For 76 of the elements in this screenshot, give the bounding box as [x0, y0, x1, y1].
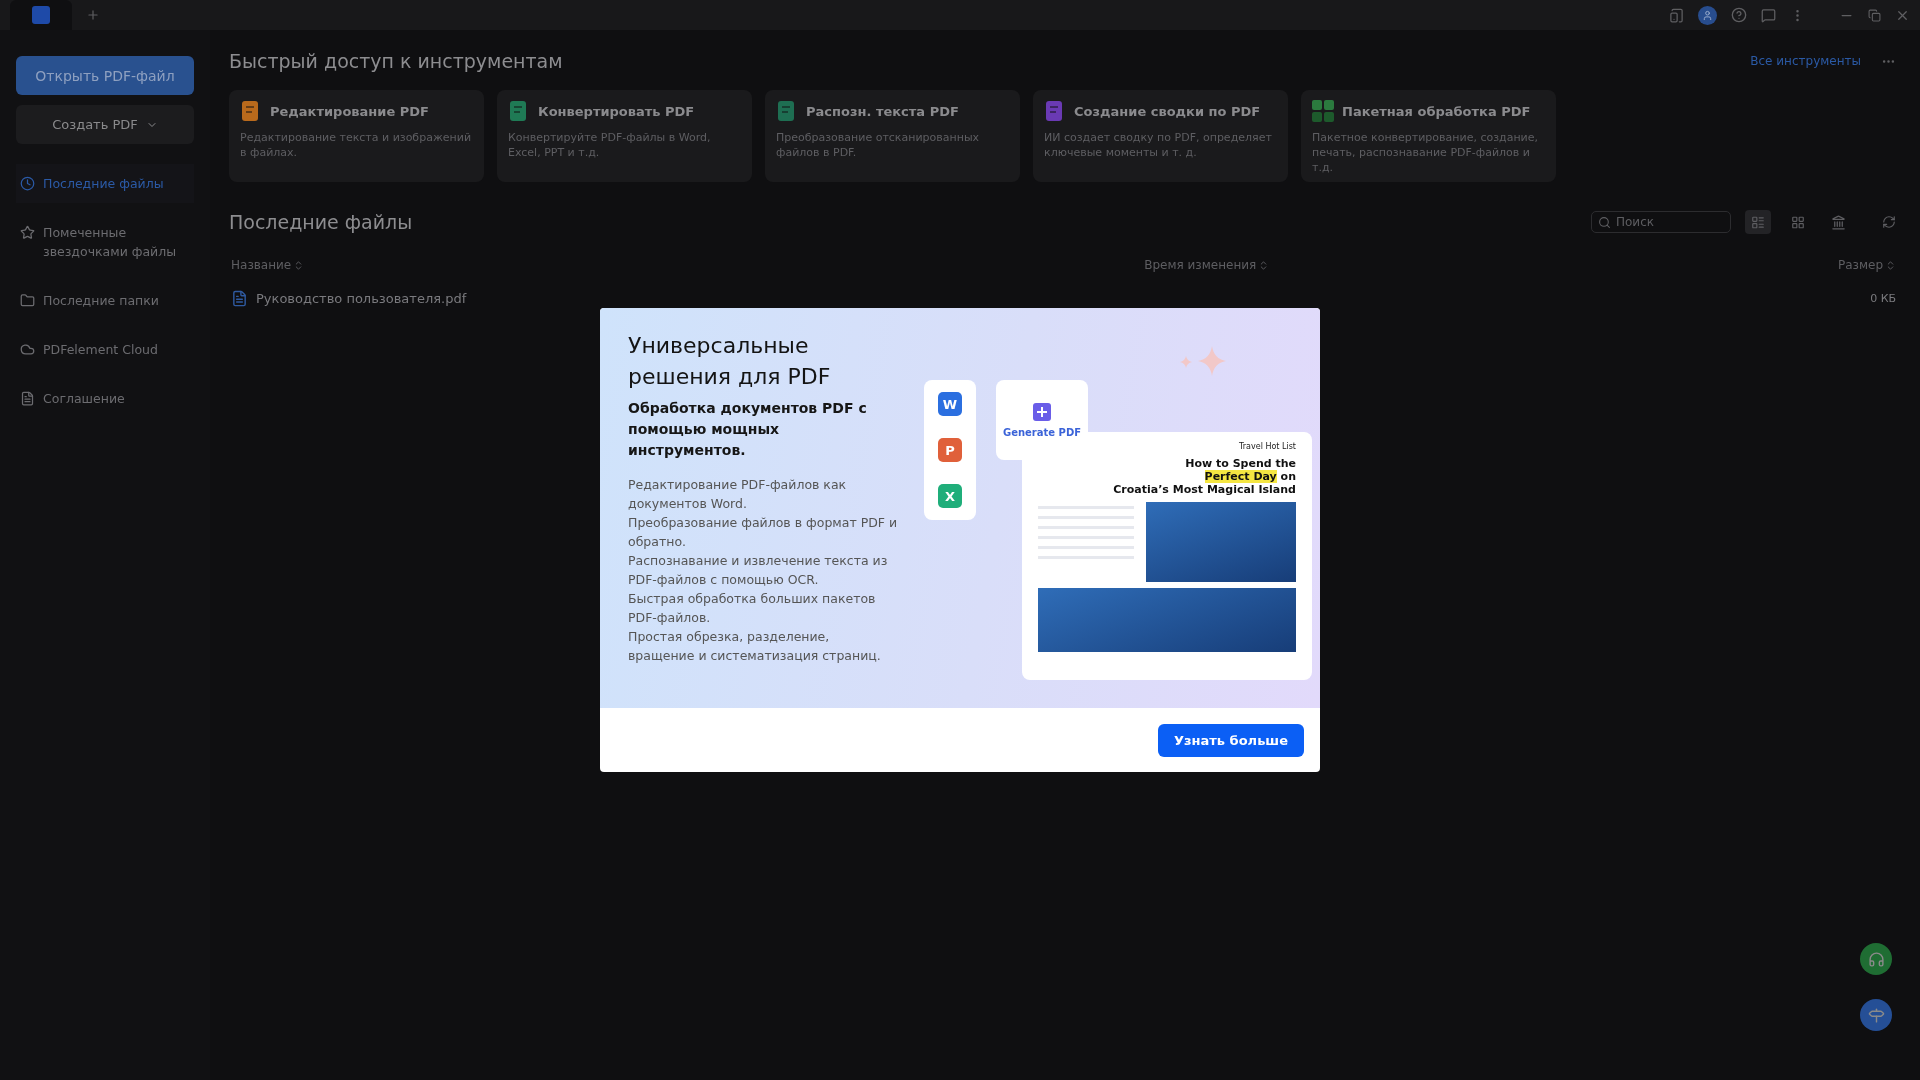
sidebar-item-label: Соглашение — [43, 390, 125, 408]
dialog-title: Универсальные решения для PDF — [628, 332, 832, 391]
section-title: Быстрый доступ к инструментам — [229, 50, 563, 72]
grid-icon — [1312, 100, 1334, 122]
tool-description: Пакетное конвертирование, создание, печать, распознавание PDF-файлов и т.д. — [1312, 130, 1539, 175]
document-headline: How to Spend the Perfect Day on Croatia’s Most Magical Island — [1112, 457, 1296, 496]
tool-title: Распозн. текста PDF — [806, 103, 959, 119]
feature-text: Редактирование PDF-файлов как документов Word. — [628, 476, 848, 513]
sort-icon[interactable] — [1885, 259, 1896, 271]
tool-title: Пакетная обработка PDF — [1342, 103, 1531, 119]
tool-title: Редактирование PDF — [270, 103, 429, 119]
section-title: Последние файлы — [229, 211, 413, 233]
help-icon[interactable] — [1731, 7, 1747, 23]
folder-icon — [20, 293, 35, 308]
all-tools-link[interactable]: Все инструменты — [1750, 54, 1861, 68]
tool-card[interactable]: Создание сводки по PDF ИИ создает сводку по PDF, определяет ключевые моменты и т. д. — [1033, 90, 1288, 182]
sidebar-item-label: Помеченные звездочками файлы — [43, 224, 178, 261]
tool-description: Конвертируйте PDF-файлы в Word, Excel, PPT и т.д. — [508, 130, 712, 160]
search-field[interactable]: Поиск — [1591, 211, 1731, 233]
building-icon[interactable] — [1831, 214, 1846, 230]
refresh-icon[interactable] — [1882, 215, 1896, 229]
generate-label: Generate PDF — [1002, 426, 1082, 438]
cloud-icon — [20, 342, 35, 357]
list-view-icon — [1751, 214, 1765, 230]
tool-description: ИИ создает сводку по PDF, определяет ключевые моменты и т. д. — [1044, 130, 1273, 160]
tool-card[interactable]: Конвертировать PDF Конвертируйте PDF-файлы в Word, Excel, PPT и т.д. — [497, 90, 752, 182]
tool-description: Преобразование отсканированных файлов в PDF. — [776, 130, 981, 160]
search-icon — [1598, 215, 1611, 229]
list-view-button[interactable] — [1745, 210, 1771, 234]
file-name[interactable]: Руководство пользователя.pdf — [256, 291, 467, 306]
app-icon: P — [938, 438, 962, 462]
document-tag: Travel Hot List — [1038, 442, 1296, 451]
tool-card[interactable]: Пакетная обработка PDF Пакетное конвертирование, создание, печать, распознавание PDF-файлов и т.д. — [1301, 90, 1556, 182]
tool-card[interactable]: Редактирование PDF Редактирование текста и изображений в файлах. — [229, 90, 484, 182]
pdf-file-icon — [231, 290, 248, 307]
star-icon — [20, 225, 35, 240]
tool-card[interactable]: Распозн. текста PDF Преобразование отсканированных файлов в PDF. — [765, 90, 1020, 182]
doc-icon — [20, 391, 35, 406]
feature-text: Простая обрезка, разделение, вращение и систематизация страниц. — [628, 628, 882, 665]
open-pdf-button[interactable]: Открыть PDF-файл — [16, 56, 194, 95]
tool-title: Конвертировать PDF — [538, 103, 695, 119]
dialog-subtitle: Обработка документов PDF с помощью мощных инструментов. — [628, 399, 868, 460]
restore-icon[interactable] — [1868, 8, 1881, 22]
clock-icon — [20, 176, 35, 191]
feature-text: Преобразование файлов в формат PDF и обратно. — [628, 514, 898, 551]
create-pdf-button[interactable]: Создать PDF — [16, 105, 194, 144]
feature-text: Быстрая обработка больших пакетов PDF-файлов. — [628, 590, 877, 627]
signpost-icon — [1867, 1006, 1885, 1024]
sidebar-item-label: PDFelement Cloud — [43, 341, 158, 359]
support-button[interactable] — [1860, 943, 1892, 975]
app-icon: W — [938, 392, 962, 416]
sidebar-item[interactable]: Соглашение — [16, 379, 194, 418]
sidebar-item[interactable]: Помеченные звездочками файлы — [16, 213, 194, 271]
account-avatar[interactable] — [1698, 5, 1717, 25]
tool-description: Редактирование текста и изображений в файлах. — [240, 130, 473, 160]
file-size: 0 КБ — [1870, 292, 1896, 305]
column-header[interactable]: Время изменения — [1144, 258, 1257, 272]
column-header[interactable]: Размер — [1837, 258, 1883, 272]
guide-button[interactable] — [1860, 999, 1892, 1031]
headset-icon — [1867, 950, 1885, 968]
sidebar-item[interactable]: Последние папки — [16, 281, 194, 320]
learn-more-button[interactable]: Узнать больше — [1158, 723, 1304, 757]
device-icon[interactable] — [1669, 7, 1684, 23]
app-icon: X — [938, 484, 962, 508]
column-header[interactable]: Название — [231, 258, 292, 272]
sidebar-item-label: Последние папки — [43, 292, 159, 310]
app-logo[interactable] — [32, 6, 50, 24]
feature-text: Распознавание и извлечение текста из PDF-файлов с помощью OCR. — [628, 552, 889, 589]
feedback-icon[interactable] — [1761, 7, 1776, 23]
sidebar-item-label: Последние файлы — [43, 175, 164, 193]
plus-icon — [1033, 402, 1051, 421]
new-tab-icon[interactable] — [86, 8, 100, 22]
sidebar-item[interactable]: Последние файлы — [16, 164, 194, 203]
tool-title: Создание сводки по PDF — [1074, 103, 1261, 119]
sidebar-item[interactable]: PDFelement Cloud — [16, 330, 194, 369]
grid-view-icon — [1791, 214, 1805, 230]
